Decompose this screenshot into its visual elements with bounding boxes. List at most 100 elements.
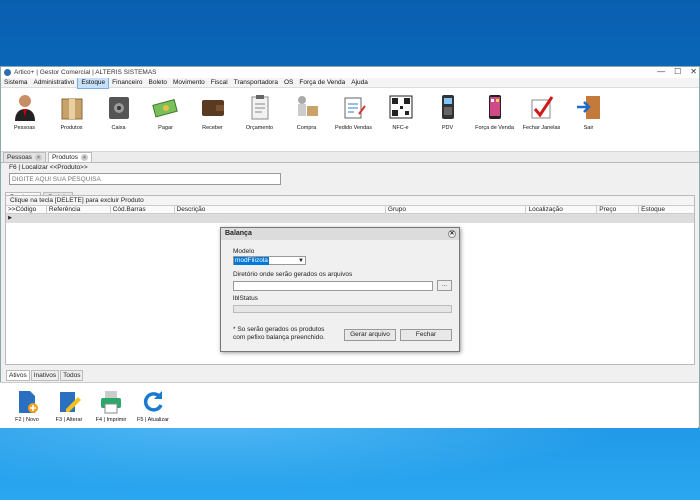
tab-ativos[interactable]: Ativos <box>6 370 30 381</box>
printer-icon <box>101 391 121 414</box>
gerar-arquivo-button[interactable]: Gerar arquivo <box>344 329 396 341</box>
nfce-label: NFC-e <box>392 125 409 131</box>
col-codigo[interactable]: >>Código <box>6 206 47 213</box>
menu-ajuda[interactable]: Ajuda <box>348 78 371 88</box>
pagar-button[interactable]: Pagar <box>142 88 189 131</box>
exit-door-icon <box>573 91 605 123</box>
balanca-dialog: Balança ✕ Modelo modFilizola ▼ Diretório o… <box>220 227 460 352</box>
col-grupo[interactable]: Grupo <box>386 206 527 213</box>
person-icon <box>9 91 41 123</box>
pdv-label: PDV <box>441 125 454 131</box>
atualizar-button[interactable]: F5 | Atualizar <box>132 383 174 428</box>
tab-pessoas-label: Pessoas <box>7 154 32 161</box>
menu-financeiro[interactable]: Financeiro <box>109 78 145 88</box>
row-marker-icon: ▶ <box>8 215 12 221</box>
smartphone-icon <box>479 91 511 123</box>
grid-header: >>Código Referência Cód.Barras Descrição… <box>6 205 694 214</box>
fechar-button[interactable]: Fechar <box>400 329 452 341</box>
maximize-button[interactable]: ☐ <box>674 67 681 76</box>
caixa-label: Caixa <box>111 125 126 131</box>
sair-button[interactable]: Sair <box>565 88 612 131</box>
compra-button[interactable]: Compra <box>283 88 330 131</box>
col-descricao[interactable]: Descrição <box>175 206 386 213</box>
pdv-button[interactable]: PDV <box>424 88 471 131</box>
produtos-button[interactable]: Produtos <box>48 88 95 131</box>
status-label: lblStatus <box>233 295 258 302</box>
pedido-vendas-button[interactable]: Pedido Vendas <box>330 88 377 131</box>
menu-bar: Sistema Administrativo Estoque Financeir… <box>1 76 699 89</box>
menu-sistema[interactable]: Sistema <box>1 78 30 88</box>
close-icon[interactable]: × <box>80 154 88 161</box>
pagar-label: Pagar <box>158 125 173 131</box>
menu-estoque[interactable]: Estoque <box>77 76 110 89</box>
directory-input[interactable] <box>233 281 433 291</box>
menu-forca-de-venda[interactable]: Força de Venda <box>296 78 348 88</box>
close-icon[interactable]: × <box>34 154 42 161</box>
money-icon <box>150 91 182 123</box>
browse-button[interactable]: ... <box>437 280 452 291</box>
directory-label: Diretório onde serão gerados os arquivos <box>233 271 353 278</box>
imprimir-button[interactable]: F4 | Imprimir <box>90 383 132 428</box>
wallet-icon <box>197 91 229 123</box>
receber-label: Receber <box>202 125 223 131</box>
fechar-janelas-button[interactable]: Fechar Janelas <box>518 88 565 131</box>
title-bar: Artico+ | Gestor Comercial | ALTERIS SIS… <box>1 67 699 78</box>
caixa-button[interactable]: Caixa <box>95 88 142 131</box>
menu-boleto[interactable]: Boleto <box>146 78 170 88</box>
col-referencia[interactable]: Referência <box>47 206 111 213</box>
close-button[interactable]: ✕ <box>690 67 697 76</box>
new-document-icon <box>19 391 38 413</box>
alterar-label: F3 | Alterar <box>55 417 83 423</box>
pessoas-button[interactable]: Pessoas <box>1 88 48 131</box>
delivery-icon <box>291 91 323 123</box>
imprimir-label: F4 | Imprimir <box>95 417 127 423</box>
safe-icon <box>103 91 135 123</box>
receber-button[interactable]: Receber <box>189 88 236 131</box>
search-input[interactable] <box>9 173 281 185</box>
menu-os[interactable]: OS <box>281 78 296 88</box>
col-estoque[interactable]: Estoque <box>639 206 694 213</box>
col-localizacao[interactable]: Localização <box>526 206 598 213</box>
compra-label: Compra <box>296 125 317 131</box>
minimize-button[interactable]: — <box>657 67 665 76</box>
edit-icon <box>60 392 81 412</box>
grid-hint: Clique na tecla [DELETE] para excluir Pr… <box>6 196 694 205</box>
app-icon <box>4 69 11 76</box>
window-title: Artico+ | Gestor Comercial | ALTERIS SIS… <box>14 69 157 76</box>
toolbar: Pessoas Produtos Caixa Pagar Receber Orç… <box>1 88 699 152</box>
sair-label: Sair <box>583 125 594 131</box>
table-row[interactable]: ▶ <box>6 214 694 223</box>
tab-produtos-label: Produtos <box>51 154 78 161</box>
chevron-down-icon: ▼ <box>298 258 304 264</box>
menu-transportadora[interactable]: Transportadora <box>231 78 281 88</box>
orcamento-button[interactable]: Orçamento <box>236 88 283 131</box>
clipboard-icon <box>244 91 276 123</box>
nfce-button[interactable]: NFC-e <box>377 88 424 131</box>
pedido-vendas-label: Pedido Vendas <box>334 125 372 131</box>
col-cod-barras[interactable]: Cód.Barras <box>111 206 175 213</box>
desktop-glow <box>0 420 700 500</box>
menu-movimento[interactable]: Movimento <box>170 78 208 88</box>
col-preco[interactable]: Preço <box>597 206 640 213</box>
box-icon <box>56 91 88 123</box>
tab-pessoas[interactable]: Pessoas × <box>3 152 46 162</box>
menu-administrativo[interactable]: Administrativo <box>30 78 77 88</box>
tab-todos[interactable]: Todos <box>60 370 84 381</box>
modelo-value: modFilizola <box>234 257 269 265</box>
tab-inativos[interactable]: Inativos <box>30 370 60 381</box>
modelo-select[interactable]: modFilizola ▼ <box>233 256 306 265</box>
menu-fiscal[interactable]: Fiscal <box>208 78 231 88</box>
qr-code-icon <box>385 91 417 123</box>
tab-produtos[interactable]: Produtos × <box>47 152 92 162</box>
fechar-janelas-label: Fechar Janelas <box>522 125 561 131</box>
dialog-note: * So serão gerados os produtos com pefix… <box>233 326 325 341</box>
status-progress-bar <box>233 305 452 313</box>
atualizar-label: F5 | Atualizar <box>137 417 169 423</box>
alterar-button[interactable]: F3 | Alterar <box>48 383 90 428</box>
produtos-label: Produtos <box>60 125 83 131</box>
novo-button[interactable]: F2 | Novo <box>6 383 48 428</box>
card-terminal-icon <box>432 91 464 123</box>
dialog-close-icon[interactable]: ✕ <box>448 230 456 238</box>
dialog-title: Balança <box>225 230 252 237</box>
forca-de-venda-button[interactable]: Força de Venda <box>471 88 518 131</box>
